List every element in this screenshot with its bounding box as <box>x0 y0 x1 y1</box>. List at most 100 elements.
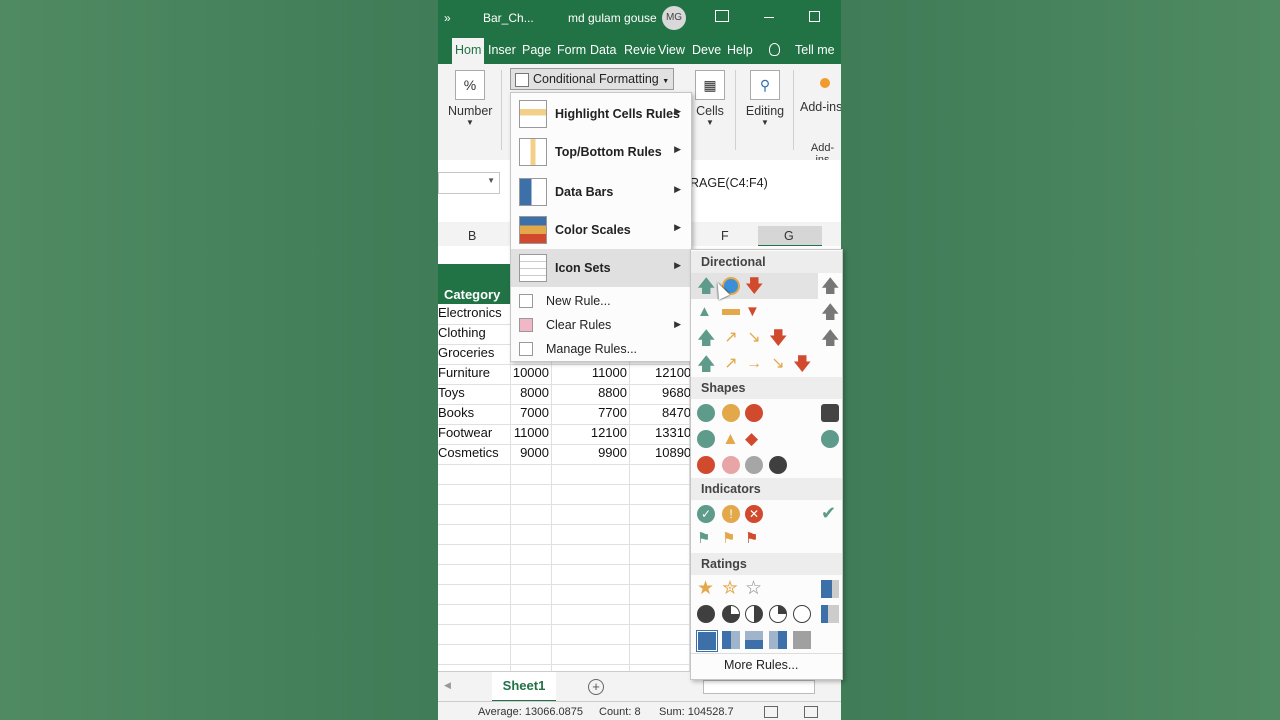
menu-item-label: Highlight Cells Rules <box>555 107 681 121</box>
icon-set-signs[interactable]: ▲ ◆ <box>691 426 842 452</box>
menu-item-highlight-cells-rules[interactable]: Highlight Cells Rules ▶ <box>511 95 691 133</box>
chevron-down-icon[interactable]: ▼ <box>487 176 495 185</box>
value-cell[interactable]: 8000 <box>510 383 549 403</box>
conditional-formatting-menu: Highlight Cells Rules ▶ Top/Bottom Rules… <box>510 92 692 362</box>
value-cell[interactable]: 9000 <box>510 443 549 463</box>
name-box[interactable]: ▼ <box>438 172 500 194</box>
value-cell[interactable]: 8470 <box>662 403 691 423</box>
tab-review[interactable]: Revie <box>624 43 656 57</box>
page-layout-icon[interactable] <box>804 706 818 718</box>
cells-group-button[interactable]: ▦ Cells ▼ <box>690 70 730 127</box>
ribbon-display-icon[interactable] <box>715 10 729 22</box>
search-icon: ⚲ <box>750 70 780 100</box>
category-cell[interactable]: Toys <box>438 383 465 403</box>
tab-developer[interactable]: Deve <box>692 43 721 57</box>
circle-green-icon[interactable] <box>821 430 839 448</box>
more-rules-link[interactable]: More Rules... <box>724 658 798 672</box>
value-cell[interactable]: 11000 <box>551 363 627 383</box>
chevron-right-icon: ▶ <box>674 144 681 154</box>
icon-set-traffic-lights[interactable] <box>691 400 842 426</box>
boxes-quarter-icon <box>769 631 787 649</box>
lightbulb-icon[interactable] <box>769 43 780 56</box>
category-cell[interactable]: Books <box>438 403 474 423</box>
menu-item-clear-rules[interactable]: Clear Rules ▶ <box>511 313 691 337</box>
value-cell[interactable]: 12100 <box>655 363 691 383</box>
value-cell[interactable]: 10000 <box>510 363 549 383</box>
eraser-icon <box>519 318 533 332</box>
menu-item-manage-rules[interactable]: Manage Rules... <box>511 337 691 361</box>
tab-data[interactable]: Data <box>590 43 616 57</box>
icon-set-quarters[interactable] <box>691 601 842 627</box>
icon-set-3-stars[interactable]: ★ ✮ ☆ <box>691 576 842 602</box>
formula-input[interactable]: RAGE(C4:F4) <box>690 176 768 190</box>
signal-bars-icon[interactable] <box>821 605 839 623</box>
add-ins-button[interactable]: Add-ins <box>800 78 841 114</box>
chevron-down-icon: ▼ <box>466 118 474 127</box>
tab-help[interactable]: Help <box>727 43 753 57</box>
arrow-down-icon: 🡇 <box>769 328 788 348</box>
value-cell[interactable]: 9900 <box>551 443 627 463</box>
signal-bars-icon[interactable] <box>821 580 839 598</box>
column-header-g-label: G <box>784 229 794 243</box>
quick-access-more-icon[interactable]: » <box>444 11 451 25</box>
arrow-up-gray-icon[interactable]: 🡅 <box>821 329 840 347</box>
category-cell[interactable]: Footwear <box>438 423 492 443</box>
flag-yellow-icon: ⚑ <box>722 530 736 547</box>
icon-set-4-arrows[interactable]: 🡅 ↗ ↘ 🡇 <box>691 325 842 351</box>
sheet-tab-sheet1[interactable]: Sheet1 <box>492 672 556 702</box>
triangle-yellow-icon: ▲ <box>722 429 739 448</box>
category-cell[interactable]: Clothing <box>438 323 486 343</box>
menu-item-data-bars[interactable]: Data Bars ▶ <box>511 173 691 211</box>
arrow-up-right-icon: ↗ <box>724 329 738 346</box>
icon-set-symbols-circled[interactable]: ✓ ! ✕ <box>691 501 842 527</box>
check-icon[interactable]: ✔ <box>821 504 839 522</box>
diamond-red-icon: ◆ <box>745 429 759 448</box>
conditional-formatting-button[interactable]: Conditional Formatting ▼ <box>510 68 674 90</box>
maximize-icon[interactable] <box>809 11 820 22</box>
normal-view-icon[interactable] <box>764 706 778 718</box>
editing-group-button[interactable]: ⚲ Editing ▼ <box>742 70 788 127</box>
column-header-f[interactable]: F <box>721 229 729 243</box>
menu-item-color-scales[interactable]: Color Scales ▶ <box>511 211 691 249</box>
arrow-up-gray-icon[interactable]: 🡅 <box>821 303 840 321</box>
minimize-icon[interactable] <box>764 17 774 18</box>
icon-set-flags[interactable]: ⚑ ⚑ ⚑ <box>691 526 842 552</box>
add-sheet-icon[interactable]: + <box>588 679 604 695</box>
tell-me-search[interactable]: Tell me <box>795 43 835 57</box>
value-cell[interactable]: 11000 <box>510 423 549 443</box>
category-cell[interactable]: Cosmetics <box>438 443 499 463</box>
tab-view[interactable]: View <box>658 43 685 57</box>
tab-formulas[interactable]: Form <box>557 43 586 57</box>
traffic-light-rimmed-icon[interactable] <box>821 404 839 422</box>
category-cell[interactable]: Electronics <box>438 303 502 323</box>
flag-red-icon: ⚑ <box>745 530 759 547</box>
tab-page-layout[interactable]: Page <box>522 43 551 57</box>
icon-set-5-boxes[interactable] <box>691 627 842 653</box>
number-group-button[interactable]: % Number ▼ <box>448 70 492 127</box>
icon-set-red-to-black[interactable] <box>691 452 842 478</box>
value-cell[interactable]: 10890 <box>655 443 691 463</box>
value-cell[interactable]: 9680 <box>662 383 691 403</box>
value-cell[interactable]: 7000 <box>510 403 549 423</box>
value-cell[interactable]: 7700 <box>551 403 627 423</box>
column-header-b[interactable]: B <box>468 229 476 243</box>
category-cell[interactable]: Groceries <box>438 343 494 363</box>
horizontal-scrollbar[interactable] <box>703 680 815 694</box>
icon-set-3-arrows-colored[interactable]: 🡅 🡇 <box>691 273 818 299</box>
arrow-up-gray-icon[interactable]: 🡅 <box>821 277 840 295</box>
menu-item-top-bottom-rules[interactable]: Top/Bottom Rules ▶ <box>511 133 691 171</box>
scroll-left-icon[interactable]: ◀ <box>444 680 451 691</box>
value-cell[interactable]: 12100 <box>551 423 627 443</box>
category-header-cell[interactable]: Category <box>438 284 510 304</box>
value-cell[interactable]: 8800 <box>551 383 627 403</box>
menu-item-icon-sets[interactable]: Icon Sets ▶ <box>511 249 691 287</box>
icon-set-3-triangles[interactable]: ▲ ▼ <box>691 299 842 325</box>
avatar[interactable]: MG <box>662 6 686 30</box>
tab-home[interactable]: Hom <box>452 38 485 64</box>
value-cell[interactable]: 13310 <box>655 423 691 443</box>
category-cell[interactable]: Furniture <box>438 363 490 383</box>
icon-sets-icon <box>519 254 547 282</box>
icon-set-5-arrows[interactable]: 🡅 ↗ → ↘ 🡇 <box>691 351 842 377</box>
tab-insert[interactable]: Inser <box>488 43 516 57</box>
menu-item-new-rule[interactable]: New Rule... <box>511 289 691 313</box>
